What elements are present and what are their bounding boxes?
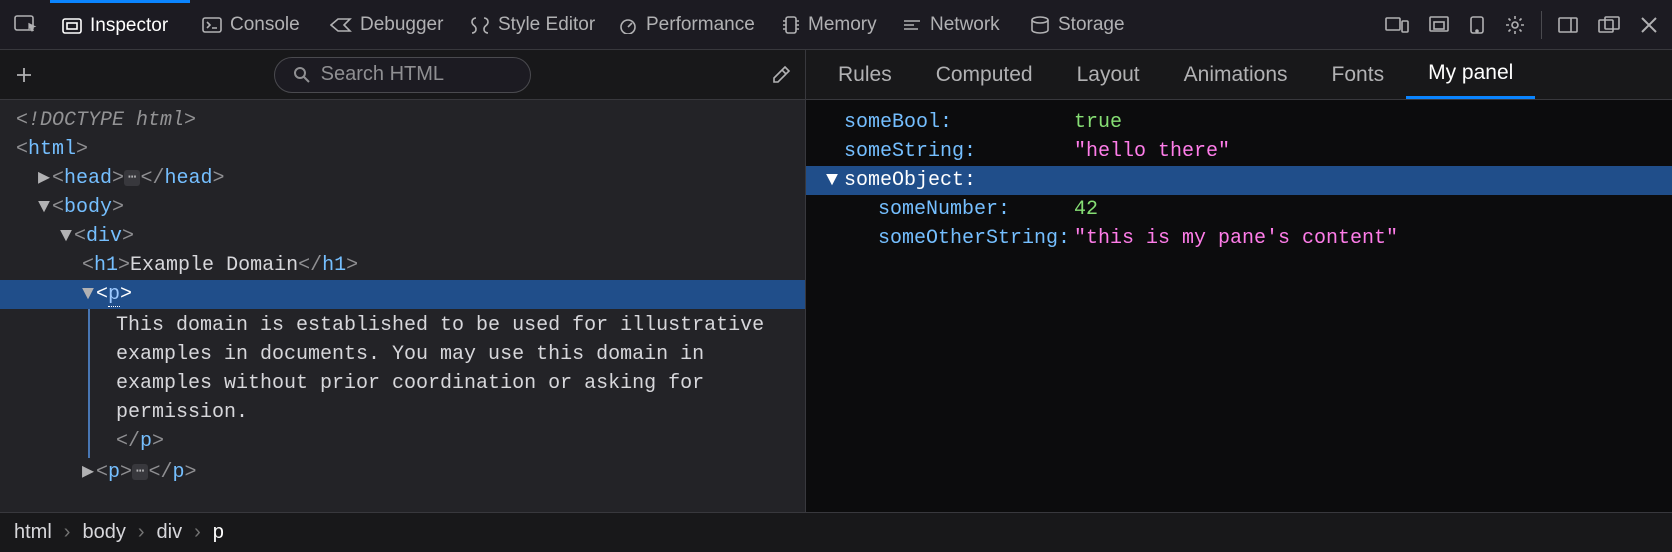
tab-label: Inspector [90,15,168,37]
tab-label: Memory [808,14,877,36]
devtools-toolbar: Inspector Console Debugger Style Editor … [0,0,1672,50]
settings-button[interactable] [1495,0,1535,49]
add-element-button[interactable] [10,61,38,89]
obj-row-someOtherString[interactable]: someOtherString: "this is my pane's cont… [806,224,1672,253]
performance-icon [618,16,638,34]
doctype-node[interactable]: <!DOCTYPE html> [16,109,196,132]
tab-animations[interactable]: Animations [1162,50,1310,99]
tab-label: Storage [1058,14,1125,36]
tab-computed[interactable]: Computed [914,50,1055,99]
tab-network[interactable]: Network [890,0,1018,49]
tab-label: Debugger [360,14,443,36]
tab-style-editor[interactable]: Style Editor [458,0,606,49]
tab-debugger[interactable]: Debugger [318,0,458,49]
html-node[interactable]: <html> [10,135,805,164]
pick-element-button[interactable] [4,0,50,49]
tab-performance[interactable]: Performance [606,0,770,49]
network-icon [902,17,922,33]
console-icon [202,17,222,33]
tab-label: Performance [646,14,755,36]
obj-row-someString[interactable]: someString: "hello there" [806,137,1672,166]
tab-layout[interactable]: Layout [1055,50,1162,99]
tab-label: Console [230,14,300,36]
crumb-div[interactable]: div [157,521,183,544]
tab-console[interactable]: Console [190,0,318,49]
memory-icon [782,15,800,35]
tab-rules[interactable]: Rules [816,50,914,99]
style-editor-icon [470,16,490,34]
p-text-content[interactable]: This domain is established to be used fo… [88,309,788,458]
h1-node[interactable]: <h1>Example Domain</h1> [10,251,805,280]
tab-fonts[interactable]: Fonts [1310,50,1407,99]
crumb-p[interactable]: p [213,521,224,544]
p-node-selected[interactable]: ▼<p> [0,280,805,309]
eyedropper-button[interactable] [767,61,795,89]
div-node[interactable]: ▼<div> [10,222,805,251]
obj-row-someNumber[interactable]: someNumber: 42 [806,195,1672,224]
markup-panel: Search HTML <!DOCTYPE html> <html> ▶<hea… [0,50,806,512]
tab-storage[interactable]: Storage [1018,0,1138,49]
object-inspector: someBool: true someString: "hello there"… [806,100,1672,512]
sidebar-tabs: Rules Computed Layout Animations Fonts M… [806,50,1672,100]
tab-inspector[interactable]: Inspector [50,0,190,49]
tab-label: Style Editor [498,14,595,36]
separate-window-button[interactable] [1588,0,1630,49]
body-node[interactable]: ▼<body> [10,193,805,222]
crumb-html[interactable]: html [14,521,52,544]
obj-row-someBool[interactable]: someBool: true [806,108,1672,137]
storage-icon [1030,16,1050,34]
p2-node[interactable]: ▶<p>⋯</p> [10,458,805,487]
responsive-design-button[interactable] [1375,0,1419,49]
obj-row-someObject[interactable]: ▼ someObject: [806,166,1672,195]
screenshot-button[interactable] [1459,0,1495,49]
inspector-icon [62,18,82,34]
search-html-input[interactable]: Search HTML [274,57,532,93]
crumb-body[interactable]: body [82,521,125,544]
tab-memory[interactable]: Memory [770,0,890,49]
breadcrumbs: html› body› div› p [0,512,1672,552]
dock-side-button[interactable] [1548,0,1588,49]
tab-my-panel[interactable]: My panel [1406,50,1535,99]
tab-label: Network [930,14,1000,36]
debugger-icon [330,17,352,33]
head-node[interactable]: ▶<head>⋯</head> [10,164,805,193]
close-button[interactable] [1630,0,1668,49]
iframe-picker-button[interactable] [1419,0,1459,49]
markup-tree[interactable]: <!DOCTYPE html> <html> ▶<head>⋯</head> ▼… [0,100,805,512]
search-placeholder: Search HTML [321,63,444,86]
search-icon [293,66,311,84]
sidebar-panel: Rules Computed Layout Animations Fonts M… [806,50,1672,512]
